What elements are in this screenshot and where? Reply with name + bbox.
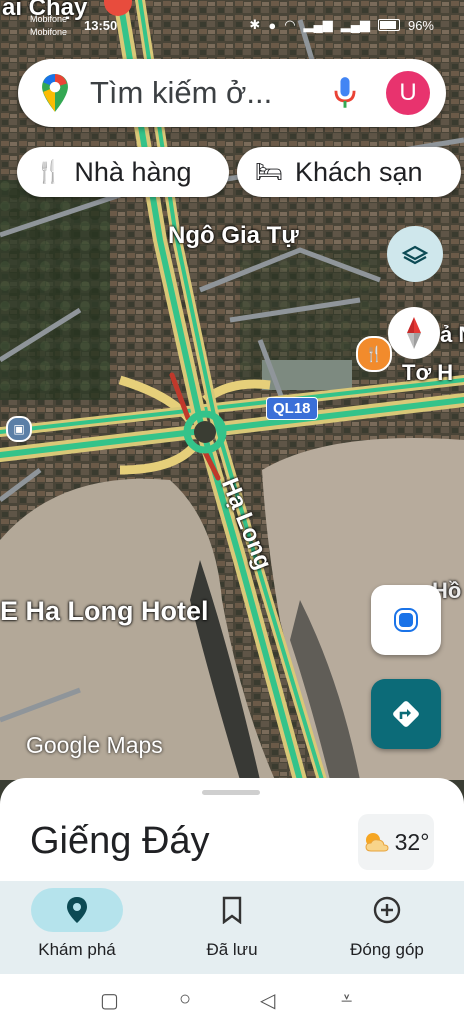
directions-icon [393,701,419,727]
map-label-right-1: ả N [440,322,464,347]
google-maps-pin-icon [42,74,68,112]
google-maps-watermark: Google Maps [26,732,163,758]
battery-icon [377,19,400,31]
bookmark-icon [222,896,242,924]
nav-label: Khám phá [38,940,116,959]
my-location-button[interactable] [371,585,441,655]
compass-icon [407,317,421,349]
microphone-icon[interactable] [332,76,358,110]
clock: 13:50 [84,18,118,33]
back-icon[interactable]: ◁ [260,988,275,1013]
compass-button[interactable] [388,307,440,359]
map-label-right-2: Tơ H [402,360,454,385]
sheet-drag-handle[interactable] [202,790,260,795]
map-label-hotel[interactable]: E Ha Long Hotel [0,596,209,627]
restaurant-poi-icon[interactable]: 🍴 [356,336,392,372]
place-name: Giếng Đáy [30,820,210,862]
partly-cloudy-icon [365,833,389,852]
road-shield-ql18: QL18 [266,397,318,420]
status-bar: Mobifone Mobifone 13:50 ✱ ● ◠ ▂▄▆ ▂▄▆ 96… [0,0,464,44]
nav-contribute-pill [341,888,433,932]
add-circle-icon [373,896,401,924]
chip-restaurants[interactable]: 🍴 Nhà hàng [17,147,229,197]
battery-percent: 96% [407,17,434,33]
carrier-1: Mobifone [30,14,68,24]
hotel-bed-icon: 🛏 [255,159,283,184]
recents-icon[interactable]: ▢ [100,988,119,1013]
weather-badge[interactable]: 32° [358,814,434,870]
restaurant-icon: 🍴 [35,159,63,184]
search-input[interactable]: Tìm kiếm ở... [90,75,332,111]
nav-label: Đóng góp [350,940,424,959]
my-location-icon [396,610,416,630]
nav-explore-pill [31,888,123,932]
search-bar[interactable]: Tìm kiếm ở... U [18,59,446,127]
bluetooth-icon: ✱ [249,17,261,32]
signal-icon: ▂▄▆ [303,17,333,32]
system-icons: ✱ ● ◠ ▂▄▆ ▂▄▆ 96% [249,17,434,33]
map-label-street[interactable]: Ngô Gia Tự [168,222,299,250]
nav-explore[interactable]: Khám phá [0,881,154,974]
bottom-sheet[interactable]: Giếng Đáy 32° [0,778,464,882]
system-navigation-bar: ▢ ○ ◁ ⩡ [0,974,464,1024]
avatar[interactable]: U [386,71,430,115]
directions-button[interactable] [371,679,441,749]
chip-hotels[interactable]: 🛏 Khách sạn [237,147,461,197]
home-icon[interactable]: ○ [179,988,191,1011]
layers-icon [401,245,429,265]
chip-label: Khách sạn [294,156,423,187]
nav-saved[interactable]: Đã lưu [155,881,309,974]
location-pin-icon [67,897,87,923]
layers-button[interactable] [387,226,443,282]
chip-label: Nhà hàng [74,156,192,187]
wifi-icon: ◠ [284,17,296,32]
temperature: 32° [394,828,430,855]
location-icon: ● [268,17,277,33]
bottom-nav: Khám phá Đã lưu Đóng góp [0,881,464,974]
bus-stop-icon[interactable]: ▣ [6,416,32,442]
nav-saved-pill [186,888,278,932]
nav-label: Đã lưu [206,940,258,959]
carrier-2: Mobifone [30,27,68,37]
nav-contribute[interactable]: Đóng góp [310,881,464,974]
signal-2-icon: ▂▄▆ [340,17,370,32]
notification-pull-icon[interactable]: ⩡ [341,988,352,1011]
